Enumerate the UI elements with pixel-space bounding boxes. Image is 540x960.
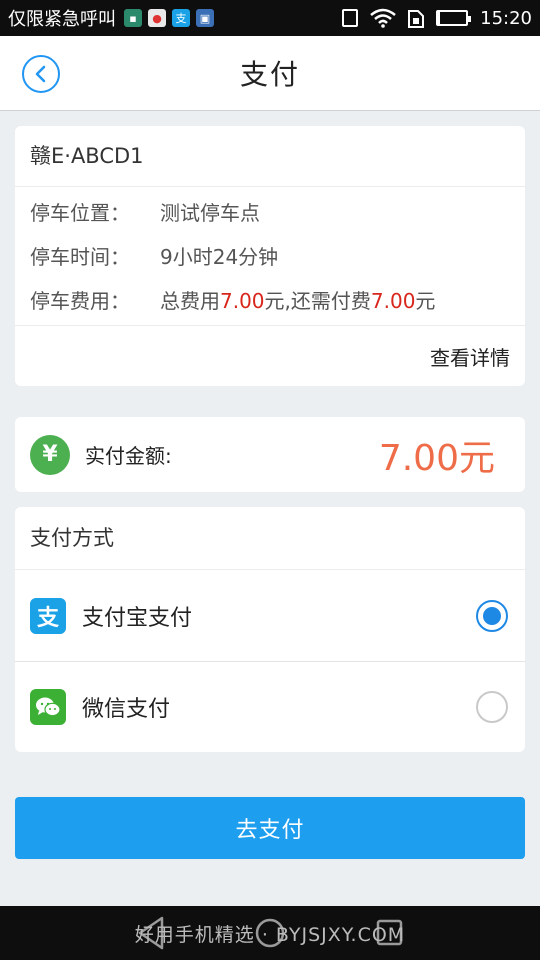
parking-location-label: 停车位置： — [30, 200, 130, 225]
parking-info-rows: 停车位置： 测试停车点 停车时间： 9小时24分钟 停车费用： 总费用7.00元… — [15, 187, 525, 326]
fee-suffix: 元 — [415, 288, 436, 313]
alipay-notification-icon: 支 — [172, 9, 190, 27]
parking-duration-value: 9小时24分钟 — [160, 244, 279, 269]
app-icon-green: ▪ — [124, 9, 142, 27]
view-details-link[interactable]: 查看详情 — [15, 326, 525, 386]
parking-fee-label: 停车费用： — [30, 288, 130, 313]
app-header: 支付 — [0, 36, 540, 111]
fee-prefix: 总费用 — [160, 288, 220, 313]
browser-icon: ● — [148, 9, 166, 27]
vibrate-icon — [342, 9, 359, 27]
alipay-icon: 支 — [30, 597, 66, 634]
back-button[interactable] — [22, 55, 60, 93]
battery-icon — [436, 10, 472, 26]
parking-fee-value: 总费用7.00元,还需付费7.00元 — [160, 285, 435, 314]
payment-option-alipay[interactable]: 支 支付宝支付 — [15, 570, 525, 661]
amount-card: ¥ 实付金额: 7.00元 — [15, 417, 525, 492]
amount-value: 7.00元 — [378, 437, 495, 479]
navigation-bar: 好用手机精选 · BYJSJXY.COM — [0, 906, 540, 960]
amount-label: 实付金额: — [85, 444, 172, 468]
status-left: 仅限紧急呼叫 ▪ ● 支 ▣ — [8, 5, 214, 31]
pay-button[interactable]: 去支付 — [15, 797, 525, 859]
wechat-icon — [30, 689, 66, 725]
payment-method-card: 支付方式 支 支付宝支付 微信支付 — [15, 507, 525, 752]
watermark-text: 好用手机精选 · BYJSJXY.COM — [134, 923, 406, 946]
status-time: 15:20 — [480, 7, 532, 29]
parking-duration-row: 停车时间： 9小时24分钟 — [15, 233, 525, 277]
wechat-radio[interactable] — [476, 691, 508, 723]
chevron-left-icon — [35, 65, 46, 83]
parking-location-row: 停车位置： 测试停车点 — [15, 189, 525, 233]
parking-fee-row: 停车费用： 总费用7.00元,还需付费7.00元 — [15, 277, 525, 321]
status-right: 15:20 — [342, 8, 532, 29]
alipay-radio[interactable] — [476, 599, 508, 632]
parking-location-value: 测试停车点 — [160, 200, 260, 225]
fee-remaining: 7.00 — [370, 288, 416, 313]
wechat-bubbles-icon — [36, 697, 61, 717]
fee-total: 7.00 — [220, 288, 265, 313]
parking-duration-label: 停车时间： — [30, 244, 130, 269]
alipay-label: 支付宝支付 — [82, 605, 193, 631]
gallery-icon: ▣ — [196, 9, 214, 27]
license-plate: 赣E·ABCD1 — [15, 126, 525, 187]
yen-icon: ¥ — [30, 434, 70, 475]
wifi-icon — [370, 8, 396, 28]
fee-middle: 元,还需付费 — [264, 288, 371, 313]
payment-method-title: 支付方式 — [15, 507, 525, 570]
carrier-text: 仅限紧急呼叫 — [8, 9, 116, 30]
radio-selected-dot — [483, 606, 501, 625]
sim-card-icon — [408, 10, 425, 28]
wechat-label: 微信支付 — [82, 697, 171, 722]
payment-option-wechat[interactable]: 微信支付 — [15, 661, 525, 752]
parking-info-card: 赣E·ABCD1 停车位置： 测试停车点 停车时间： 9小时24分钟 停车费用：… — [15, 126, 525, 386]
status-bar: 仅限紧急呼叫 ▪ ● 支 ▣ 15:20 — [0, 0, 540, 36]
page-title: 支付 — [239, 58, 300, 91]
